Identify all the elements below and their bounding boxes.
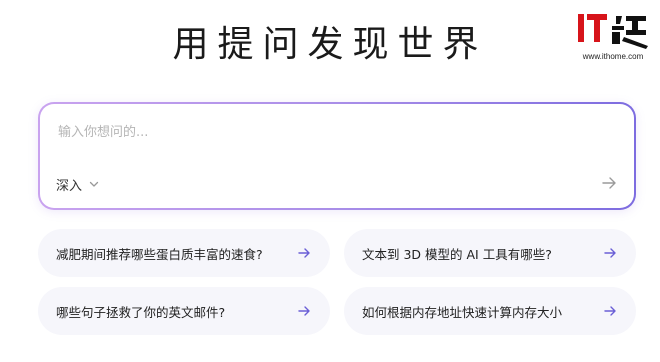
suggestion-card[interactable]: 如何根据内存地址快速计算内存大小	[344, 287, 636, 335]
suggestion-card[interactable]: 减肥期间推荐哪些蛋白质丰富的速食?	[38, 229, 330, 277]
suggestion-label: 如何根据内存地址快速计算内存大小	[362, 304, 563, 320]
ithome-logo	[578, 14, 648, 49]
page-title: 用提问发现世界	[172, 24, 488, 65]
submit-button[interactable]	[598, 172, 620, 194]
arrow-right-icon	[602, 303, 618, 319]
arrow-right-icon	[296, 303, 312, 319]
page: 用提问发现世界 www.ithome.com 深入	[0, 0, 660, 362]
suggestion-card[interactable]: 哪些句子拯救了你的英文邮件?	[38, 287, 330, 335]
mode-dropdown[interactable]: 深入	[56, 174, 100, 194]
watermark-url: www.ithome.com	[582, 52, 644, 61]
arrow-right-icon	[602, 177, 616, 189]
search-input[interactable]	[56, 120, 596, 144]
search-inner: 深入	[40, 104, 634, 208]
suggestion-label: 减肥期间推荐哪些蛋白质丰富的速食?	[56, 246, 263, 262]
suggestion-card[interactable]: 文本到 3D 模型的 AI 工具有哪些?	[344, 229, 636, 277]
arrow-right-icon	[296, 245, 312, 261]
suggestion-label: 哪些句子拯救了你的英文邮件?	[56, 304, 226, 320]
suggestion-label: 文本到 3D 模型的 AI 工具有哪些?	[362, 246, 552, 262]
arrow-right-icon	[602, 245, 618, 261]
ithome-watermark: www.ithome.com	[576, 10, 650, 61]
search-box: 深入	[38, 102, 636, 210]
mode-label: 深入	[56, 178, 83, 194]
chevron-down-icon	[89, 181, 99, 187]
